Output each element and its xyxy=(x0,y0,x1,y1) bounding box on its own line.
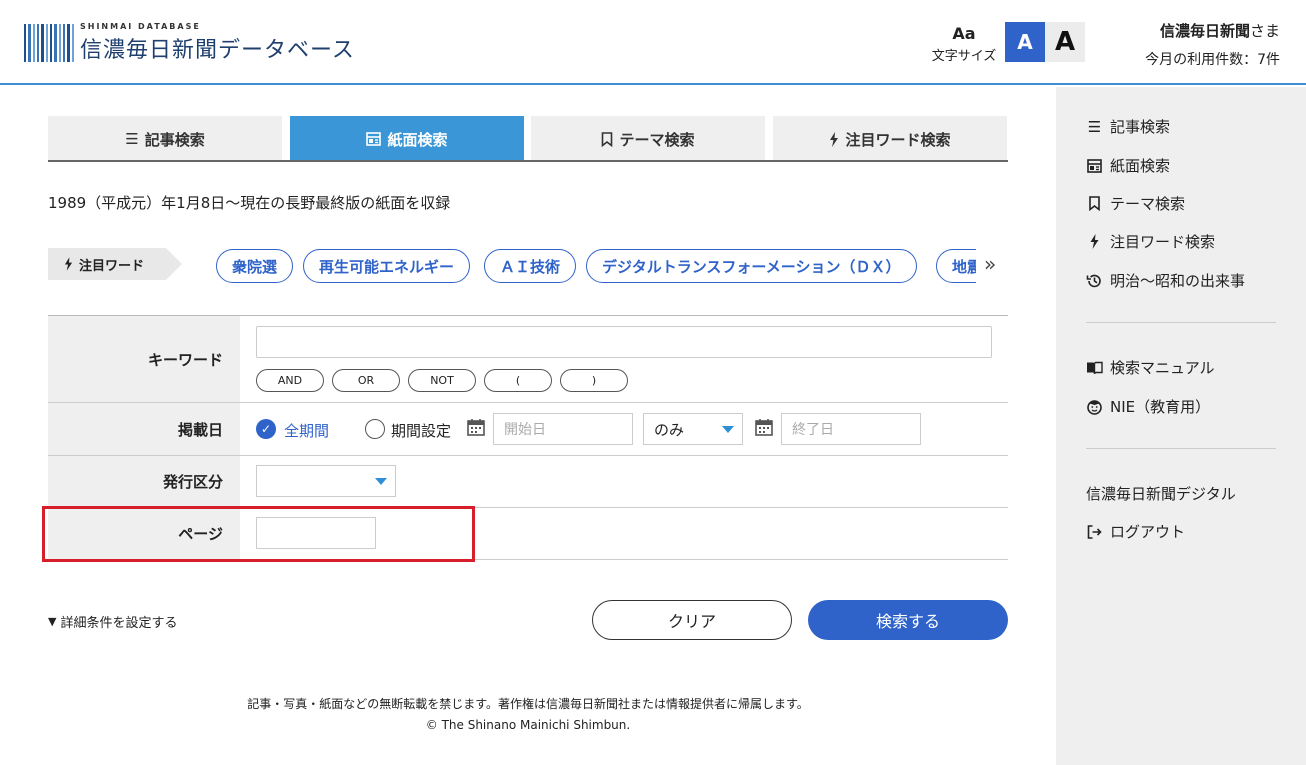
collection-notice: 1989（平成元）年1月8日〜現在の長野最終版の紙面を収録 xyxy=(48,194,451,212)
header: SHINMAI DATABASE 信濃毎日新聞データベース Aa 文字サイズ A… xyxy=(0,0,1306,85)
start-date-input[interactable]: 開始日 xyxy=(493,413,633,445)
sidebar-item-article-search[interactable]: ☰ 記事検索 xyxy=(1086,116,1170,137)
search-button[interactable]: 検索する xyxy=(808,600,1008,640)
sidebar-item-theme-search[interactable]: テーマ検索 xyxy=(1086,193,1185,214)
tab-label: 紙面検索 xyxy=(387,130,448,149)
date-label: 掲載日 xyxy=(48,403,240,455)
sidebar-item-nie[interactable]: NIE（教育用） xyxy=(1086,396,1210,417)
bookmark-icon xyxy=(1089,196,1100,211)
detail-conditions-toggle[interactable]: ▼ 詳細条件を設定する xyxy=(48,612,177,631)
calendar-icon[interactable] xyxy=(755,418,773,436)
tab-attention-word-search[interactable]: 注目ワード検索 xyxy=(773,116,1007,162)
right-sidebar: ☰ 記事検索 紙面検索 テーマ検索 注目ワード検索 明治〜昭和の出来事 検索マニ… xyxy=(1056,87,1306,765)
sidebar-item-manual[interactable]: 検索マニュアル xyxy=(1086,357,1215,378)
font-size-normal-button[interactable]: A xyxy=(1005,22,1045,62)
operator-and-button[interactable]: AND xyxy=(256,369,324,392)
dropdown-arrow-icon xyxy=(375,478,387,485)
lightning-icon xyxy=(830,131,839,147)
attention-chip[interactable]: デジタルトランスフォーメーション（ＤＸ） xyxy=(586,249,917,283)
tab-label: テーマ検索 xyxy=(619,130,695,149)
newspaper-icon xyxy=(366,132,382,146)
attention-word-label: 注目ワード xyxy=(48,248,166,280)
history-icon xyxy=(1086,274,1101,287)
date-mode-select[interactable]: のみ xyxy=(643,413,743,445)
operator-or-button[interactable]: OR xyxy=(332,369,400,392)
font-size-label: 文字サイズ xyxy=(931,49,997,64)
user-info: 信濃毎日新聞さま 今月の利用件数：7件 xyxy=(1145,20,1280,69)
user-name: 信濃毎日新聞 xyxy=(1159,22,1250,40)
issue-type-label: 発行区分 xyxy=(48,456,240,507)
tab-page-search[interactable]: 紙面検索 xyxy=(290,116,524,162)
operator-not-button[interactable]: NOT xyxy=(408,369,476,392)
end-date-input[interactable]: 終了日 xyxy=(781,413,921,445)
sidebar-item-digital[interactable]: 信濃毎日新聞デジタル xyxy=(1086,483,1236,504)
font-size-control: Aa 文字サイズ xyxy=(928,24,1000,65)
tab-label: 注目ワード検索 xyxy=(845,130,951,149)
sidebar-item-logout[interactable]: ログアウト xyxy=(1086,521,1185,542)
sidebar-divider xyxy=(1086,448,1276,449)
bookmark-icon xyxy=(602,131,613,147)
operator-close-paren-button[interactable]: ) xyxy=(560,369,628,392)
logo-subtitle: SHINMAI DATABASE xyxy=(80,22,201,31)
page-row-highlight xyxy=(42,506,475,562)
book-icon xyxy=(1087,361,1103,374)
footer-notice: 記事・写真・紙面などの無断転載を禁じます。著作権は信濃毎日新聞社または情報提供者… xyxy=(247,697,809,711)
list-icon: ☰ xyxy=(1087,117,1102,136)
all-period-label[interactable]: 全期間 xyxy=(284,420,329,441)
site-logo[interactable]: SHINMAI DATABASE 信濃毎日新聞データベース xyxy=(24,22,355,64)
logo-mark xyxy=(24,24,74,62)
dropdown-arrow-icon xyxy=(722,426,734,433)
period-setting-label[interactable]: 期間設定 xyxy=(391,420,451,441)
sidebar-divider xyxy=(1086,322,1276,323)
font-size-icon: Aa xyxy=(952,24,976,43)
chevron-right-icon[interactable]: » xyxy=(984,252,996,276)
attention-chip[interactable]: ＡＩ技術 xyxy=(484,249,577,283)
calendar-icon[interactable] xyxy=(467,418,485,436)
tab-theme-search[interactable]: テーマ検索 xyxy=(531,116,765,162)
attention-label-arrow xyxy=(166,248,182,280)
tab-underline xyxy=(48,160,1008,162)
usage-count: 今月の利用件数：7件 xyxy=(1145,52,1280,68)
tab-label: 記事検索 xyxy=(144,130,205,149)
logout-icon xyxy=(1087,524,1102,539)
clear-button[interactable]: クリア xyxy=(592,600,792,640)
lightning-icon xyxy=(1090,234,1099,249)
all-period-radio[interactable]: ✓ xyxy=(256,419,276,439)
attention-word-list: 衆院選 再生可能エネルギー ＡＩ技術 デジタルトランスフォーメーション（ＤＸ） … xyxy=(216,249,976,283)
attention-chip[interactable]: 再生可能エネルギー xyxy=(303,249,471,283)
lightning-icon xyxy=(64,257,73,271)
sidebar-item-page-search[interactable]: 紙面検索 xyxy=(1086,155,1170,176)
attention-chip[interactable]: 地震 xyxy=(936,249,976,283)
student-icon xyxy=(1087,399,1102,415)
check-icon: ✓ xyxy=(260,422,272,436)
font-size-large-button[interactable]: A xyxy=(1045,22,1085,62)
keyword-input[interactable] xyxy=(256,326,992,358)
logo-title: 信濃毎日新聞データベース xyxy=(80,38,355,63)
operator-open-paren-button[interactable]: ( xyxy=(484,369,552,392)
triangle-down-icon: ▼ xyxy=(48,615,57,628)
footer-copyright: © The Shinano Mainichi Shimbun. xyxy=(425,718,631,732)
issue-type-select[interactable] xyxy=(256,465,396,497)
keyword-label: キーワード xyxy=(48,316,240,402)
sidebar-item-attention-word-search[interactable]: 注目ワード検索 xyxy=(1086,231,1215,252)
tab-article-search[interactable]: ☰ 記事検索 xyxy=(48,116,282,162)
sidebar-item-history[interactable]: 明治〜昭和の出来事 xyxy=(1086,270,1245,291)
list-icon: ☰ xyxy=(125,130,139,148)
newspaper-icon xyxy=(1087,158,1102,173)
attention-chip[interactable]: 衆院選 xyxy=(216,249,294,283)
user-suffix: さま xyxy=(1249,22,1280,40)
period-setting-radio[interactable] xyxy=(365,419,385,439)
